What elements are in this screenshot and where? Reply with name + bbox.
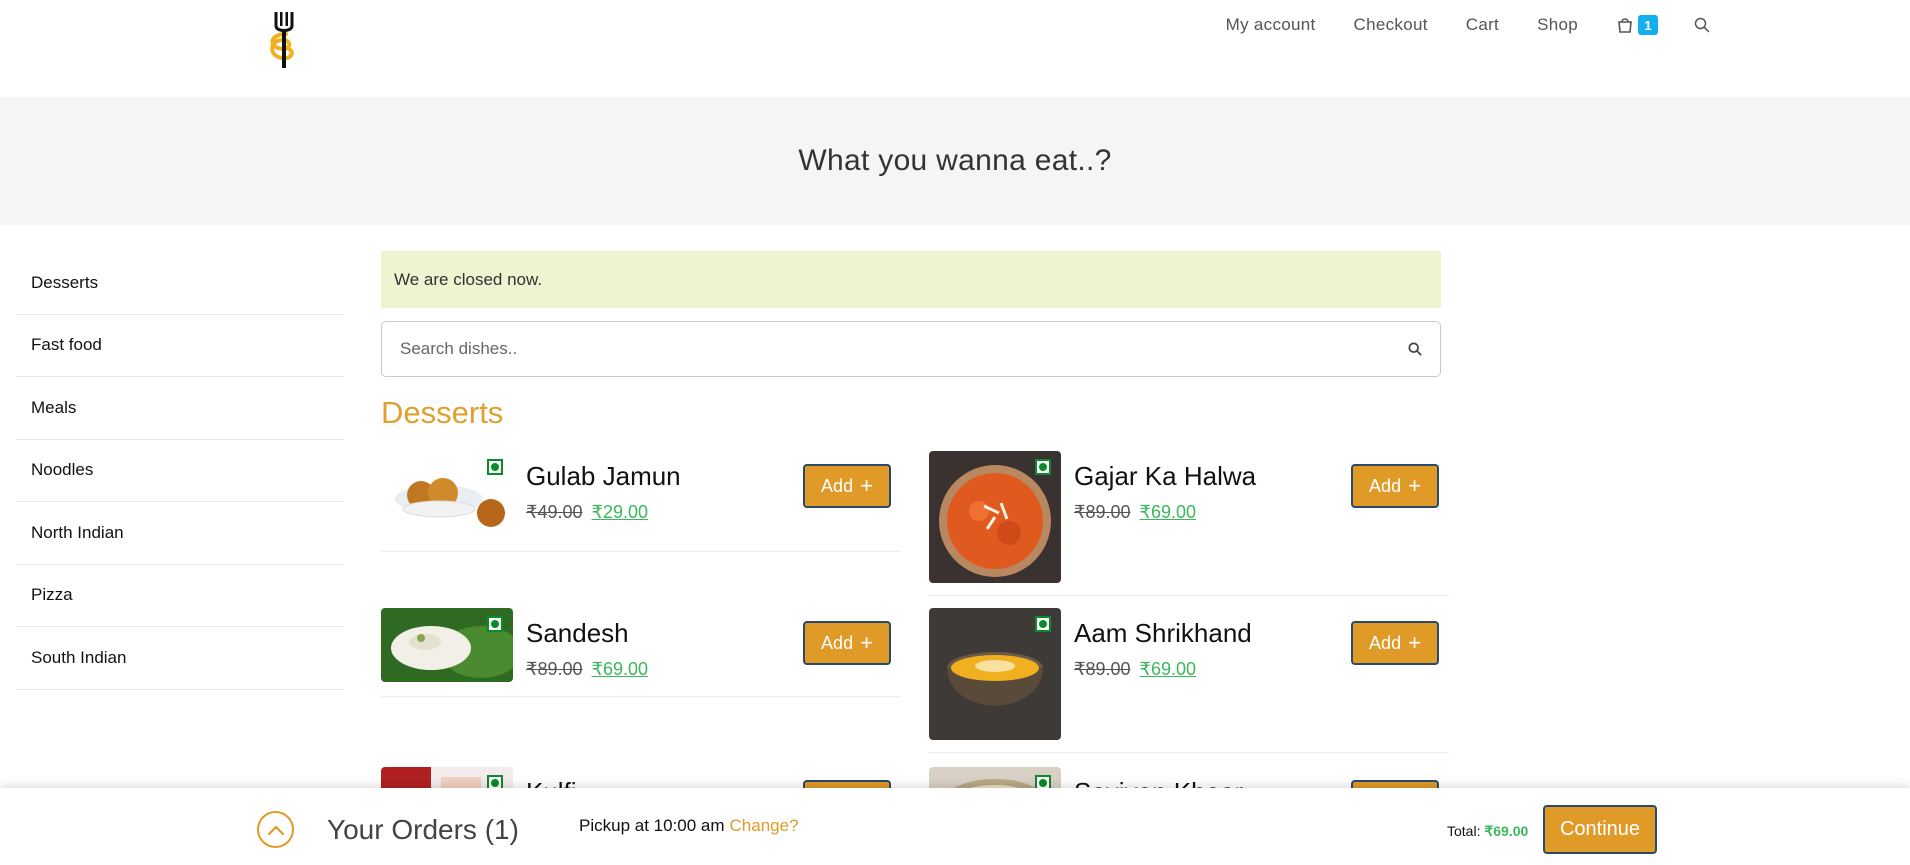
veg-indicator-icon (487, 459, 503, 475)
shopping-bag-icon (1618, 18, 1632, 33)
plus-icon: + (1408, 473, 1421, 498)
dish-price: ₹89.00 ₹69.00 (1074, 659, 1196, 680)
veg-indicator-icon (1035, 616, 1051, 632)
change-pickup-link[interactable]: Change? (730, 816, 799, 835)
add-to-cart-button[interactable]: Add + (803, 464, 891, 508)
menu-main: We are closed now. Desserts Gulab Jamu (381, 251, 1449, 857)
dish-price: ₹89.00 ₹69.00 (526, 659, 648, 680)
expand-orders-button[interactable] (257, 811, 294, 848)
dish-card: Gulab Jamun ₹49.00 ₹29.00 Add + (381, 451, 901, 552)
add-button-label: Add (1369, 475, 1402, 496)
cart-count-badge: 1 (1638, 15, 1658, 35)
dish-card: Sandesh ₹89.00 ₹69.00 Add + (381, 608, 901, 697)
mini-cart[interactable]: 1 (1616, 15, 1658, 35)
dish-search-box (381, 321, 1441, 377)
add-to-cart-button[interactable]: Add + (1351, 621, 1439, 665)
add-button-label: Add (1369, 632, 1402, 653)
plus-icon: + (860, 473, 873, 498)
nav-shop[interactable]: Shop (1537, 15, 1578, 35)
search-icon (1694, 17, 1710, 33)
dish-price: ₹49.00 ₹29.00 (526, 502, 648, 523)
dish-card: Gajar Ka Halwa ₹89.00 ₹69.00 Add + (929, 451, 1449, 596)
page-title: What you wanna eat..? (798, 144, 1112, 177)
sidebar-item-desserts[interactable]: Desserts (16, 252, 344, 315)
chevron-up-icon (267, 825, 284, 835)
total-label: Total: (1447, 823, 1481, 839)
fork-logo-icon (270, 12, 294, 68)
pickup-time: Pickup at 10:00 am (579, 816, 725, 835)
dish-sale-price: ₹69.00 (1139, 502, 1197, 522)
add-to-cart-button[interactable]: Add + (1351, 464, 1439, 508)
sidebar-item-pizza[interactable]: Pizza (16, 565, 344, 627)
dish-old-price: ₹89.00 (1074, 659, 1131, 679)
dish-old-price: ₹49.00 (526, 502, 583, 522)
dish-old-price: ₹89.00 (1074, 502, 1131, 522)
order-summary-bar: Your Orders (1) Pickup at 10:00 am Change… (0, 788, 1910, 865)
add-button-label: Add (821, 632, 854, 653)
add-to-cart-button[interactable]: Add + (803, 621, 891, 665)
nav-my-account[interactable]: My account (1226, 15, 1316, 35)
veg-indicator-icon (1035, 459, 1051, 475)
dish-sale-price: ₹69.00 (591, 659, 649, 679)
sidebar-item-north-indian[interactable]: North Indian (16, 502, 344, 565)
dish-sale-price: ₹69.00 (1139, 659, 1197, 679)
dish-search-input[interactable] (400, 339, 1300, 359)
closed-notice: We are closed now. (381, 251, 1441, 308)
order-total: Total: ₹69.00 (1447, 823, 1528, 840)
sidebar-item-south-indian[interactable]: South Indian (16, 627, 344, 690)
sidebar-item-meals[interactable]: Meals (16, 377, 344, 440)
nav-cart[interactable]: Cart (1466, 15, 1499, 35)
dish-name: Aam Shrikhand (1074, 618, 1252, 648)
header-search-button[interactable] (1694, 17, 1710, 33)
dish-name: Sandesh (526, 618, 629, 648)
continue-button[interactable]: Continue (1543, 805, 1657, 854)
veg-indicator-icon (487, 616, 503, 632)
add-button-label: Add (821, 475, 854, 496)
pickup-info: Pickup at 10:00 am Change? (579, 816, 799, 836)
sidebar-item-noodles[interactable]: Noodles (16, 440, 344, 502)
site-header: My account Checkout Cart Shop 1 (0, 0, 1910, 97)
dish-sale-price: ₹29.00 (591, 502, 649, 522)
dish-name: Gulab Jamun (526, 461, 681, 491)
dish-price: ₹89.00 ₹69.00 (1074, 502, 1196, 523)
page-banner: What you wanna eat..? (0, 97, 1910, 225)
nav-checkout[interactable]: Checkout (1354, 15, 1428, 35)
plus-icon: + (860, 630, 873, 655)
dish-card: Aam Shrikhand ₹89.00 ₹69.00 Add + (929, 608, 1449, 753)
site-logo[interactable] (264, 10, 304, 68)
sidebar-item-fast-food[interactable]: Fast food (16, 315, 344, 377)
dish-name: Gajar Ka Halwa (1074, 461, 1257, 491)
total-amount: ₹69.00 (1484, 823, 1529, 839)
search-icon[interactable] (1408, 342, 1422, 356)
section-title-desserts: Desserts (381, 395, 504, 430)
your-orders-label[interactable]: Your Orders (1) (327, 814, 519, 846)
category-sidebar: Desserts Fast food Meals Noodles North I… (16, 252, 344, 690)
dish-old-price: ₹89.00 (526, 659, 583, 679)
plus-icon: + (1408, 630, 1421, 655)
main-nav: My account Checkout Cart Shop 1 (1188, 12, 1710, 38)
